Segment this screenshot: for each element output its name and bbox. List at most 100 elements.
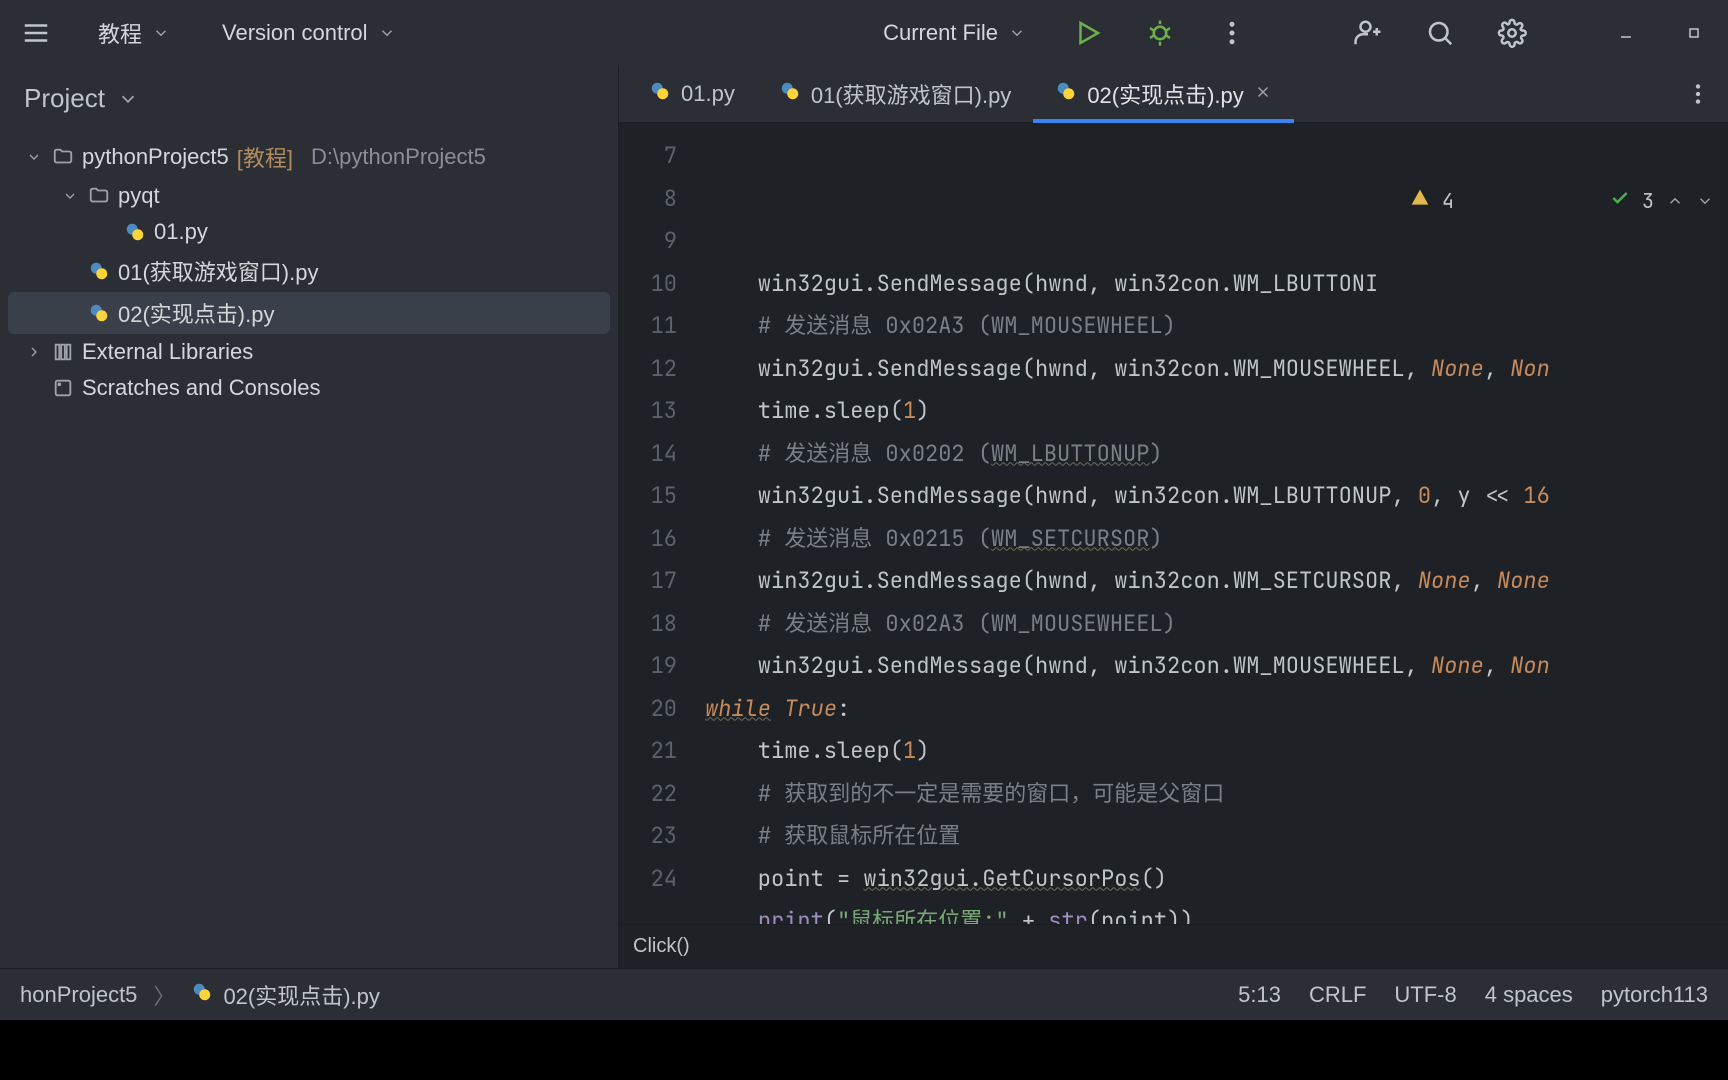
code-line[interactable]: win32gui.SendMessage(hwnd, win32con.WM_M… bbox=[695, 348, 1728, 391]
editor-tabs: 01.py 01(获取游戏窗口).py 02(实现点击).py bbox=[619, 65, 1728, 123]
tree-item-Scratches-and-Consoles[interactable]: Scratches and Consoles bbox=[8, 370, 610, 406]
project-tree[interactable]: pythonProject5 [教程]D:\pythonProject5 pyqt… bbox=[0, 132, 618, 968]
tree-item-label: Scratches and Consoles bbox=[82, 375, 320, 401]
chevron-up-icon[interactable] bbox=[1666, 192, 1684, 210]
line-number: 11 bbox=[619, 305, 677, 348]
python-interpreter[interactable]: pytorch113 bbox=[1601, 982, 1708, 1008]
line-number: 24 bbox=[619, 858, 677, 901]
line-number: 13 bbox=[619, 390, 677, 433]
tree-item-label: 02(实现点击).py bbox=[118, 297, 274, 329]
project-label: Project bbox=[24, 83, 105, 114]
code-line[interactable]: print("鼠标所在位置:" + str(point)) bbox=[695, 900, 1728, 924]
code-line[interactable]: # 发送消息 0x02A3 (WM_MOUSEWHEEL) bbox=[695, 603, 1728, 646]
tutorial-label: 教程 bbox=[98, 17, 142, 49]
vcs-menu[interactable]: Version control bbox=[208, 14, 410, 52]
code-line[interactable]: # 获取到的不一定是需要的窗口，可能是父窗口 bbox=[695, 773, 1728, 816]
check-icon bbox=[1466, 137, 1630, 265]
file-encoding[interactable]: UTF-8 bbox=[1394, 982, 1456, 1008]
run-button[interactable] bbox=[1064, 9, 1112, 57]
hamburger-menu-icon[interactable] bbox=[12, 9, 60, 57]
code-line[interactable]: win32gui.SendMessage(hwnd, win32con.WM_L… bbox=[695, 475, 1728, 518]
code-line[interactable]: win32gui.SendMessage(hwnd, win32con.WM_L… bbox=[695, 263, 1728, 306]
python-icon bbox=[88, 260, 110, 282]
python-icon bbox=[191, 981, 213, 1009]
tab-02-------py[interactable]: 02(实现点击).py bbox=[1033, 65, 1293, 122]
tree-item-External-Libraries[interactable]: External Libraries bbox=[8, 334, 610, 370]
crumb-project: honProject5 bbox=[20, 982, 137, 1008]
line-number: 19 bbox=[619, 645, 677, 688]
line-number: 15 bbox=[619, 475, 677, 518]
code-editor[interactable]: 4 3 win32gui.SendMessage(hwnd, win32con.… bbox=[695, 123, 1728, 924]
line-number: 21 bbox=[619, 730, 677, 773]
line-number: 22 bbox=[619, 773, 677, 816]
python-icon bbox=[779, 80, 801, 108]
python-icon bbox=[124, 221, 146, 243]
library-icon bbox=[52, 341, 74, 363]
scratch-icon bbox=[52, 377, 74, 399]
python-icon bbox=[1055, 80, 1077, 108]
tutorial-menu[interactable]: 教程 bbox=[84, 11, 184, 55]
cursor-position[interactable]: 5:13 bbox=[1238, 982, 1281, 1008]
project-tool-header[interactable]: Project bbox=[0, 65, 618, 132]
breadcrumb-fn[interactable]: Click() bbox=[633, 935, 690, 958]
tree-item-01---------py[interactable]: 01(获取游戏窗口).py bbox=[8, 250, 610, 292]
minimize-button[interactable] bbox=[1604, 17, 1648, 49]
inspection-widget[interactable]: 4 3 bbox=[1262, 135, 1718, 267]
line-number: 14 bbox=[619, 433, 677, 476]
code-line[interactable]: win32gui.SendMessage(hwnd, win32con.WM_M… bbox=[695, 645, 1728, 688]
tree-item-label: 01.py bbox=[154, 219, 208, 245]
tab-01-py[interactable]: 01.py bbox=[627, 65, 757, 122]
more-run-options[interactable] bbox=[1208, 9, 1256, 57]
code-line[interactable]: # 发送消息 0x0202 (WM_LBUTTONUP) bbox=[695, 433, 1728, 476]
tree-item-label: pyqt bbox=[118, 183, 160, 209]
black-letterbox bbox=[0, 1020, 1728, 1080]
tree-item-02-------py[interactable]: 02(实现点击).py bbox=[8, 292, 610, 334]
caret-icon bbox=[24, 344, 44, 360]
python-icon bbox=[649, 80, 671, 108]
folder-icon bbox=[88, 185, 110, 207]
tree-item-label: pythonProject5 bbox=[82, 144, 229, 170]
python-icon bbox=[88, 302, 110, 324]
run-config-selector[interactable]: Current File bbox=[869, 14, 1040, 52]
close-icon[interactable] bbox=[1254, 81, 1272, 107]
maximize-button[interactable] bbox=[1672, 17, 1716, 49]
crumb-sep: 〉 bbox=[153, 979, 175, 1011]
chevron-down-icon[interactable] bbox=[1696, 192, 1714, 210]
code-line[interactable]: while True: bbox=[695, 688, 1728, 731]
line-number: 23 bbox=[619, 815, 677, 858]
project-sidebar: Project pythonProject5 [教程]D:\pythonProj… bbox=[0, 65, 619, 968]
chevron-down-icon bbox=[117, 88, 139, 110]
tree-item-bracket: [教程] bbox=[237, 141, 293, 173]
tabs-more-icon[interactable] bbox=[1676, 81, 1720, 107]
tree-item-pythonProject5[interactable]: pythonProject5 [教程]D:\pythonProject5 bbox=[8, 136, 610, 178]
main-area: Project pythonProject5 [教程]D:\pythonProj… bbox=[0, 65, 1728, 968]
code-line[interactable]: time.sleep(1) bbox=[695, 390, 1728, 433]
tab-01---------py[interactable]: 01(获取游戏窗口).py bbox=[757, 65, 1033, 122]
pass-count: 3 bbox=[1642, 180, 1654, 223]
line-separator[interactable]: CRLF bbox=[1309, 982, 1366, 1008]
code-with-me-icon[interactable] bbox=[1344, 9, 1392, 57]
line-number: 7 bbox=[619, 135, 677, 178]
caret-icon bbox=[60, 188, 80, 204]
breadcrumb[interactable]: honProject5 〉 02(实现点击).py bbox=[20, 979, 380, 1011]
settings-icon[interactable] bbox=[1488, 9, 1536, 57]
indent-setting[interactable]: 4 spaces bbox=[1485, 982, 1573, 1008]
code-line[interactable]: # 获取鼠标所在位置 bbox=[695, 815, 1728, 858]
editor-area: 01.py01(获取游戏窗口).py02(实现点击).py 7891011121… bbox=[619, 65, 1728, 968]
code-line[interactable]: win32gui.SendMessage(hwnd, win32con.WM_S… bbox=[695, 560, 1728, 603]
caret-icon bbox=[24, 149, 44, 165]
tree-item-pyqt[interactable]: pyqt bbox=[8, 178, 610, 214]
code-line[interactable]: # 发送消息 0x02A3 (WM_MOUSEWHEEL) bbox=[695, 305, 1728, 348]
warning-count: 4 bbox=[1442, 180, 1454, 223]
code-line[interactable]: point = win32gui.GetCursorPos() bbox=[695, 858, 1728, 901]
titlebar: 教程 Version control Current File bbox=[0, 0, 1728, 65]
warning-icon bbox=[1266, 137, 1430, 265]
debug-button[interactable] bbox=[1136, 9, 1184, 57]
tree-item-01-py[interactable]: 01.py bbox=[8, 214, 610, 250]
line-number: 18 bbox=[619, 603, 677, 646]
tab-label: 01(获取游戏窗口).py bbox=[811, 78, 1011, 110]
code-line[interactable]: time.sleep(1) bbox=[695, 730, 1728, 773]
gutter: 789101112131415161718192021222324 bbox=[619, 123, 695, 924]
code-line[interactable]: # 发送消息 0x0215 (WM_SETCURSOR) bbox=[695, 518, 1728, 561]
search-icon[interactable] bbox=[1416, 9, 1464, 57]
